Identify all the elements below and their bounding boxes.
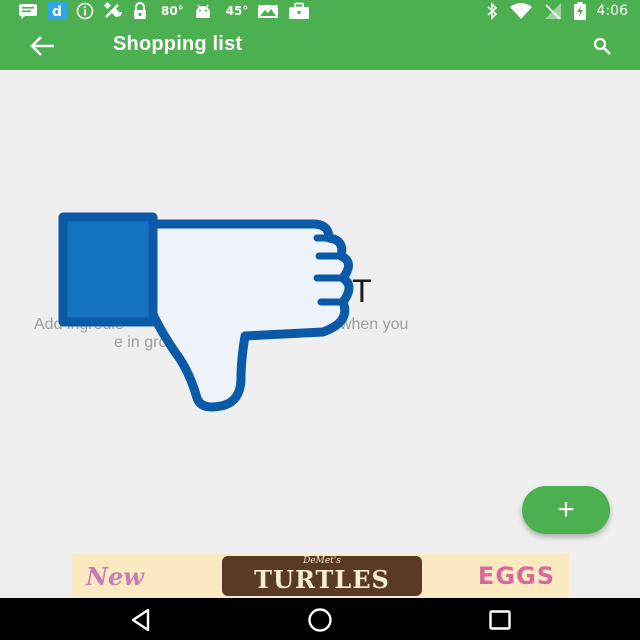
wifi-icon: [509, 2, 533, 20]
temperature-1: 80°: [161, 4, 184, 18]
ad-product: TURTLES: [254, 565, 390, 594]
arrow-left-icon: [28, 36, 60, 62]
ad-banner[interactable]: New DeMet's TURTLES EGGS: [72, 554, 569, 598]
system-nav-bar: [0, 598, 640, 640]
ad-right-text: EGGS: [477, 562, 555, 590]
status-bar-left: d 80° 45°: [18, 2, 319, 20]
bluetooth-icon: [485, 2, 499, 20]
briefcase-icon: [288, 2, 310, 20]
signal-icon: [543, 2, 563, 20]
status-bar-right: 4:06: [485, 2, 628, 20]
message-icon: [18, 2, 38, 20]
ad-left-text: New: [86, 562, 144, 591]
thumbs-down-icon: [55, 210, 355, 415]
info-icon: [76, 2, 94, 20]
search-button[interactable]: [592, 36, 614, 58]
back-button[interactable]: [28, 34, 60, 58]
nav-home-icon: [307, 608, 333, 637]
satellite-icon: [103, 2, 123, 20]
photo-icon: [257, 2, 279, 20]
nav-home-button[interactable]: [307, 607, 333, 633]
nav-recent-button[interactable]: [487, 607, 513, 633]
nav-recent-icon: [487, 610, 513, 637]
add-item-button[interactable]: +: [522, 486, 610, 534]
status-bar: d 80° 45° 4:06: [0, 0, 640, 22]
nav-back-button[interactable]: [128, 607, 154, 633]
android-icon: [193, 2, 213, 20]
status-clock: 4:06: [596, 3, 628, 19]
ad-product-badge: DeMet's TURTLES: [222, 556, 422, 596]
temperature-2: 45°: [225, 4, 249, 18]
battery-charging-icon: [573, 2, 587, 20]
app-bar: Shopping list: [0, 22, 640, 70]
d-app-icon: d: [47, 2, 67, 20]
nav-back-icon: [128, 608, 154, 637]
svg-text:d: d: [52, 4, 62, 20]
search-icon: [592, 37, 614, 62]
plus-icon: +: [557, 493, 575, 526]
lock-icon: [132, 2, 148, 20]
page-title: Shopping list: [113, 33, 243, 55]
